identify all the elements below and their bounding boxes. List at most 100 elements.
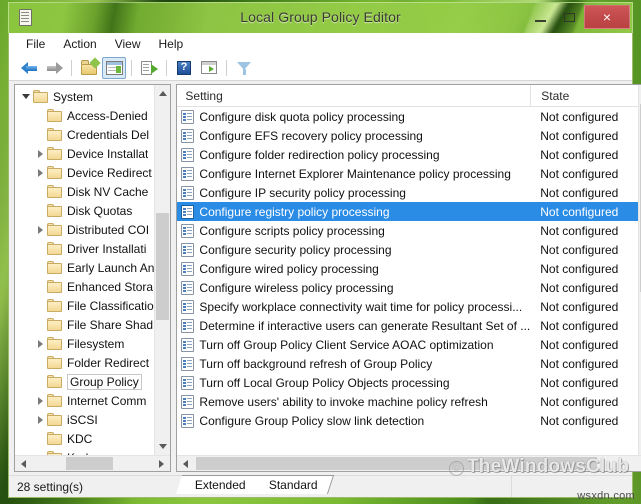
- tree-node[interactable]: iSCSI: [15, 410, 154, 429]
- tab-standard[interactable]: Standard: [249, 475, 334, 494]
- tree-node[interactable]: Disk Quotas: [15, 201, 154, 220]
- menu-item-help[interactable]: Help: [150, 35, 193, 53]
- export-list-button[interactable]: [137, 57, 161, 79]
- tree-expander-icon[interactable]: [33, 223, 47, 237]
- tree-hscroll-track[interactable]: [32, 456, 153, 471]
- column-header-setting[interactable]: Setting: [177, 89, 530, 103]
- tree-vertical-scrollbar[interactable]: [154, 85, 171, 455]
- folder-icon: [47, 432, 63, 445]
- tree-node[interactable]: File Share Shad: [15, 315, 154, 334]
- tree-scroll-left-button[interactable]: [15, 456, 32, 471]
- help-button[interactable]: ?: [172, 57, 196, 79]
- setting-name-cell: Determine if interactive users can gener…: [199, 318, 531, 333]
- show-hide-console-tree-button[interactable]: [102, 56, 126, 79]
- view-tabs: Extended Standard: [175, 474, 334, 494]
- table-row[interactable]: Configure folder redirection policy proc…: [177, 145, 638, 164]
- policy-setting-icon: [181, 109, 195, 124]
- tree-node-label: File Classificatio: [67, 298, 154, 313]
- filter-button[interactable]: [232, 57, 256, 79]
- setting-name-cell: Specify workplace connectivity wait time…: [199, 299, 523, 314]
- tree-node[interactable]: Folder Redirect: [15, 353, 154, 372]
- list-hscroll-thumb[interactable]: [196, 457, 598, 470]
- setting-state-cell: Not configured: [540, 394, 619, 409]
- tree-node[interactable]: Internet Comm: [15, 391, 154, 410]
- tree-node[interactable]: Group Policy: [15, 372, 154, 391]
- tab-extended[interactable]: Extended: [175, 475, 262, 494]
- tree-node[interactable]: KDC: [15, 429, 154, 448]
- tree-node[interactable]: System: [15, 87, 154, 106]
- list-horizontal-scrollbar[interactable]: [177, 455, 641, 471]
- new-window-button[interactable]: [197, 57, 221, 79]
- setting-name-cell: Configure scripts policy processing: [199, 223, 385, 238]
- tree-scroll-down-button[interactable]: [155, 438, 171, 455]
- tree-node[interactable]: Device Redirect: [15, 163, 154, 182]
- table-row[interactable]: Configure registry policy processing Not …: [177, 202, 639, 221]
- menu-item-view[interactable]: View: [106, 35, 150, 53]
- table-row[interactable]: Turn off Group Policy Client Service AOA…: [177, 335, 638, 354]
- tree-expander-icon[interactable]: [33, 166, 47, 180]
- window-client-area: File Action View Help ? System Access-De…: [8, 33, 641, 498]
- list-scroll-left-button[interactable]: [177, 456, 194, 471]
- folder-up-icon: [80, 57, 101, 75]
- tree-node[interactable]: Access-Denied: [15, 106, 154, 125]
- table-row[interactable]: Configure wireless policy processing Not …: [177, 278, 638, 297]
- tree-node[interactable]: Disk NV Cache: [15, 182, 154, 201]
- list-scroll-right-button[interactable]: [637, 456, 641, 471]
- tree-horizontal-scrollbar[interactable]: [15, 455, 171, 471]
- table-row[interactable]: Configure IP security policy processing N…: [177, 183, 638, 202]
- up-one-level-button[interactable]: [77, 57, 101, 79]
- tree-node[interactable]: Distributed COI: [15, 220, 154, 239]
- policy-setting-icon: [181, 394, 195, 409]
- table-row[interactable]: Specify workplace connectivity wait time…: [177, 297, 638, 316]
- table-row[interactable]: Configure wired policy processing Not con…: [177, 259, 638, 278]
- table-row[interactable]: Configure Group Policy slow link detecti…: [177, 411, 638, 430]
- table-row[interactable]: Remove users' ability to invoke machine …: [177, 392, 638, 411]
- table-row[interactable]: Determine if interactive users can gener…: [177, 316, 638, 335]
- tree-node[interactable]: Kerberos: [15, 448, 154, 455]
- tree-node[interactable]: Credentials Del: [15, 125, 154, 144]
- settings-list-pane: Setting State Configure disk quota polic…: [176, 84, 641, 472]
- tree-node-label: Access-Denied: [67, 108, 148, 123]
- tree-expander-icon[interactable]: [19, 90, 33, 104]
- menu-item-file[interactable]: File: [17, 35, 54, 53]
- back-button[interactable]: [17, 57, 41, 79]
- table-row[interactable]: Configure scripts policy processing Not c…: [177, 221, 638, 240]
- table-row[interactable]: Configure EFS recovery policy processing…: [177, 126, 638, 145]
- tree-node[interactable]: Enhanced Stora: [15, 277, 154, 296]
- maximize-button[interactable]: [555, 6, 584, 28]
- tree-expander-icon[interactable]: [33, 147, 47, 161]
- tree-scroll-thumb[interactable]: [156, 212, 170, 321]
- help-question-icon: ?: [177, 60, 191, 75]
- column-header-state[interactable]: State: [530, 85, 638, 106]
- tree-expander-icon[interactable]: [33, 394, 47, 408]
- tree-expander-placeholder: [33, 185, 47, 199]
- setting-name-cell: Configure IP security policy processing: [199, 185, 406, 200]
- forward-button[interactable]: [42, 57, 66, 79]
- setting-name-cell: Configure EFS recovery policy processing: [199, 128, 423, 143]
- minimize-button[interactable]: [525, 6, 555, 28]
- title-bar[interactable]: Local Group Policy Editor ×: [8, 2, 633, 33]
- folder-icon: [47, 318, 63, 331]
- table-row[interactable]: Turn off Local Group Policy Objects proc…: [177, 373, 638, 392]
- tree-node[interactable]: Driver Installati: [15, 239, 154, 258]
- table-row[interactable]: Configure security policy processing Not …: [177, 240, 638, 259]
- tree-hscroll-thumb[interactable]: [65, 457, 114, 470]
- menu-item-action[interactable]: Action: [54, 35, 105, 53]
- setting-name-cell: Configure folder redirection policy proc…: [199, 147, 440, 162]
- tree-expander-placeholder: [33, 432, 47, 446]
- policy-setting-icon: [181, 128, 195, 143]
- tree-node[interactable]: Filesystem: [15, 334, 154, 353]
- tree-expander-icon[interactable]: [33, 413, 47, 427]
- table-row[interactable]: Configure Internet Explorer Maintenance …: [177, 164, 638, 183]
- table-row[interactable]: Turn off background refresh of Group Pol…: [177, 354, 638, 373]
- list-hscroll-track[interactable]: [194, 456, 637, 471]
- close-button[interactable]: ×: [584, 5, 630, 29]
- table-row[interactable]: Configure disk quota policy processing No…: [177, 107, 638, 126]
- tree-node[interactable]: Device Installat: [15, 144, 154, 163]
- tree-expander-icon[interactable]: [33, 337, 47, 351]
- tree-scroll-up-button[interactable]: [155, 85, 171, 102]
- tree-scroll-right-button[interactable]: [153, 456, 170, 471]
- tree-node[interactable]: File Classificatio: [15, 296, 154, 315]
- tree-node[interactable]: Early Launch An: [15, 258, 154, 277]
- tree-scroll-track[interactable]: [155, 102, 171, 438]
